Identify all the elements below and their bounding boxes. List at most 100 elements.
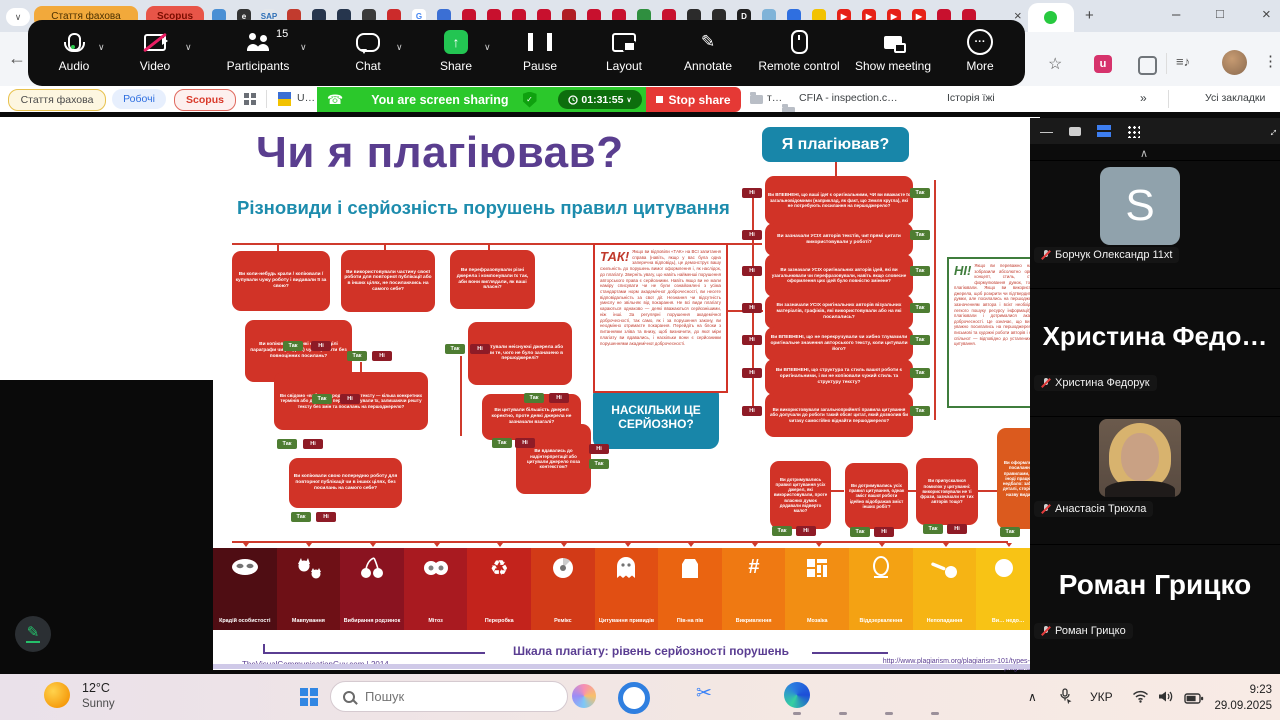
scale-cell: Ремікс (531, 548, 595, 630)
start-button[interactable] (300, 688, 308, 696)
keyboard-language[interactable]: УКР (1090, 690, 1113, 704)
grid-view-icon[interactable] (1127, 124, 1140, 138)
running-app-indicator (839, 712, 847, 715)
bookmark-label[interactable]: Усі закладки (1205, 92, 1265, 104)
more-button[interactable]: More (934, 28, 1026, 80)
chip-yes: Так (910, 303, 930, 313)
participant-tile[interactable]: Христина Федо… Христина Федорук (1030, 288, 1280, 416)
chip-no: Ні (742, 368, 762, 378)
active-browser-tab[interactable] (1028, 3, 1074, 32)
scale-cell: Мітоз (403, 548, 468, 630)
gallery-view-icon[interactable] (1097, 125, 1111, 130)
chip-no: Ні (742, 230, 762, 240)
expand-panel-icon[interactable]: ↔ (1263, 122, 1280, 140)
ni-head: НІ! (954, 263, 972, 278)
bookmark-folder-icon[interactable] (750, 92, 763, 104)
page-left-margin (0, 117, 213, 380)
chevron-down-icon[interactable]: ∨ (484, 42, 491, 53)
window-close-button[interactable]: × (1262, 7, 1271, 22)
arrow-down (816, 543, 822, 547)
copilot-icon[interactable] (572, 684, 596, 708)
screen: ∨ Стаття фахова Scopus e SAP G D ▶ ▶ ▶ ▶ × + – … (0, 0, 1280, 720)
pause-button[interactable]: Pause (494, 28, 586, 80)
chip-yes: Так (850, 527, 870, 537)
stop-square-icon (656, 96, 664, 103)
wifi-icon[interactable] (1132, 690, 1149, 708)
apps-grid-icon[interactable] (244, 93, 249, 98)
scale-cell-label: Віддзеркалення (859, 618, 903, 625)
taskbar-search[interactable] (330, 681, 568, 712)
flow-line (277, 244, 279, 251)
flow-question-box: Ви зазначали УСІХ оригінальних авторів і… (765, 254, 913, 297)
bookmark-star-icon[interactable]: ☆ (1048, 54, 1062, 74)
credit-line (812, 652, 888, 654)
tab-search-chevron-icon[interactable]: ∨ (6, 8, 30, 26)
back-icon[interactable]: ← (8, 48, 26, 69)
arrow-down (243, 543, 249, 547)
voice-access-mic-icon[interactable] (1058, 688, 1072, 709)
browser-menu-kebab-icon[interactable]: ⋮ (1263, 52, 1278, 70)
participant-tile[interactable]: Роман Грицко Роман Грицко (1030, 544, 1280, 675)
chip-yes: Так (910, 230, 930, 240)
chevron-down-icon[interactable]: ∨ (98, 42, 105, 53)
bookmarks-overflow-chevron[interactable]: » (1140, 91, 1147, 105)
scale-cell-label: Крадій особистості (219, 618, 271, 625)
edge-browser-icon[interactable] (784, 682, 810, 708)
participant-name: Анастасія Трюхла (1055, 503, 1147, 515)
scale-cell: Віддзеркалення (849, 548, 913, 630)
scale-cell-label: Переробка (484, 618, 514, 625)
profile-avatar[interactable] (1222, 50, 1247, 75)
layout-button[interactable]: Layout (578, 28, 670, 80)
chevron-down-icon[interactable]: ∨ (396, 42, 403, 53)
share-button[interactable]: Share (410, 28, 502, 80)
snipping-tool-icon[interactable]: ✂ (696, 684, 712, 703)
show-meeting-button[interactable]: Show meeting (847, 28, 939, 80)
panel-collapse-chevron[interactable]: ∧ (1140, 147, 1148, 160)
new-tab-button[interactable]: + (1085, 8, 1094, 23)
playlist-extension-icon[interactable]: ≡♪ (1176, 54, 1190, 69)
extension-puzzle-icon[interactable] (1138, 56, 1157, 75)
bookmark-label[interactable]: CFIA - inspection.c… (799, 92, 898, 104)
avatar-initial: S (1125, 181, 1155, 230)
remote-control-button[interactable]: Remote control (753, 28, 845, 80)
flow-question-box: Ви дотримувались усіх правил цитування, … (845, 463, 908, 529)
weather-widget[interactable] (44, 682, 70, 708)
search-input[interactable] (363, 688, 527, 705)
participants-button[interactable]: Participants (212, 28, 304, 80)
chevron-down-icon[interactable]: ∨ (300, 42, 307, 53)
ublock-extension-icon[interactable]: u (1094, 55, 1112, 73)
chip-yes: Так (910, 188, 930, 198)
volume-icon[interactable] (1158, 690, 1175, 708)
participant-tile[interactable]: Анастасія Трюхла (1030, 416, 1280, 544)
bookmark-label[interactable]: т… (767, 92, 782, 104)
panel-minimize-icon[interactable]: — (1040, 124, 1053, 139)
bookmark-item[interactable]: Стаття фахова (8, 89, 106, 111)
bookmark-label[interactable]: U… (297, 92, 315, 104)
stop-share-button[interactable]: Stop share (646, 87, 741, 112)
bookmark-item[interactable]: Scopus (174, 89, 236, 111)
shield-check-icon: ✓ (522, 91, 537, 108)
flow-question-box: Ви перефразовували різні джерела і компо… (450, 250, 535, 309)
speaker-view-icon[interactable] (1069, 126, 1081, 136)
tray-overflow-chevron[interactable]: ∧ (1028, 690, 1037, 704)
how-serious-box: НАСКІЛЬКИ ЦЕ СЕРЙОЗНО? (593, 385, 719, 449)
annotate-button[interactable]: Annotate (662, 28, 754, 80)
window-minimize-button[interactable]: – (1172, 7, 1180, 22)
participant-name-tag: Анастасія Трюхла (1034, 501, 1154, 517)
chat-button[interactable]: Chat (322, 28, 414, 80)
audio-button[interactable]: Audio (28, 28, 120, 80)
bookmark-item[interactable]: Робочі (112, 89, 166, 109)
meeting-timer[interactable]: 01:31:55 ∨ (558, 90, 642, 109)
battery-icon[interactable] (1184, 691, 1204, 709)
sun-icon (44, 682, 70, 708)
video-button[interactable]: Video (109, 28, 201, 80)
annotation-pencil-fab[interactable]: ✎ (15, 616, 51, 652)
chip-yes: Так (283, 341, 303, 351)
browser-ring-icon[interactable] (618, 682, 650, 714)
bookmark-label[interactable]: Історія їжі (947, 92, 995, 104)
site-favicon[interactable] (278, 92, 291, 99)
window-maximize-button[interactable]: □ (1216, 7, 1224, 20)
participant-tile[interactable]: S Борчук Олександр 11xt (1030, 160, 1280, 288)
tray-clock[interactable]: 9:23 29.09.2025 (1212, 683, 1272, 714)
chevron-down-icon[interactable]: ∨ (185, 42, 192, 53)
